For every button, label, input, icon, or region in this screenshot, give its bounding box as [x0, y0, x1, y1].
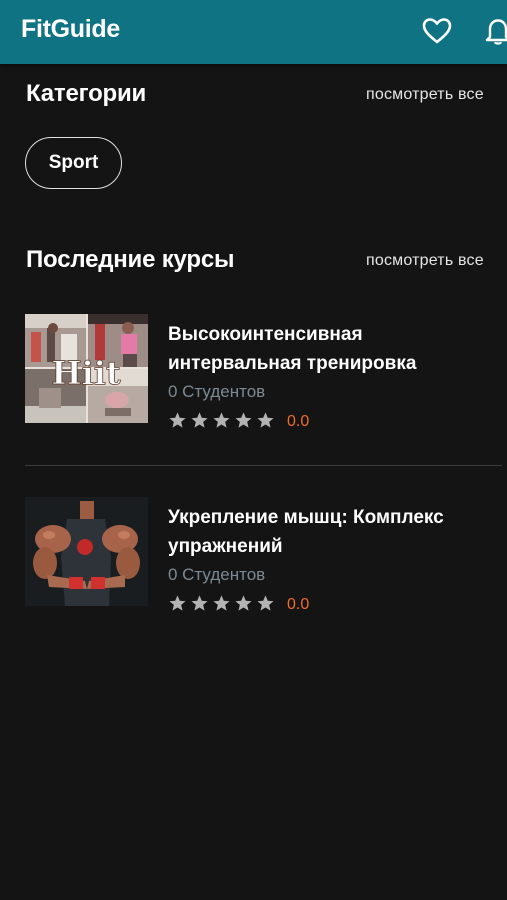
course-thumbnail-hiit: Hiit [25, 314, 148, 423]
star-icon [169, 412, 186, 428]
course-title: Укрепление мышц: Комплекс упражнений [168, 507, 444, 557]
star-icon [235, 595, 252, 611]
star-icon [235, 412, 252, 428]
star-icon [169, 595, 186, 611]
hiit-overlay-text: Hiit [51, 354, 121, 392]
course-thumbnail-muscle [25, 497, 148, 606]
star-icon [191, 595, 208, 611]
star-icon [213, 412, 230, 428]
app-screen: FitGuide Категории посмотреть все Sport … [0, 0, 507, 900]
star-icon [191, 412, 208, 428]
top-app-bar: FitGuide [0, 0, 507, 64]
course-card-muscle[interactable]: Укрепление мышц: Комплекс упражнений 0 С… [25, 497, 502, 617]
notifications-button[interactable] [482, 15, 507, 47]
rating-stars [168, 411, 275, 430]
categories-see-all-link[interactable]: посмотреть все [366, 86, 484, 104]
course-divider [25, 465, 502, 466]
course-card-hiit[interactable]: Hiit Высокоинтенсивная интервальная трен… [25, 314, 502, 434]
course-title: Высокоинтенсивная интервальная тренировк… [168, 324, 417, 374]
hiit-collage-image: Hiit [25, 314, 148, 423]
course-rating-value: 0.0 [287, 596, 310, 613]
favorites-button[interactable] [421, 15, 453, 47]
app-brand: FitGuide [21, 15, 120, 43]
star-icon [257, 595, 274, 611]
course-students-count: 0 Студентов [168, 565, 266, 584]
course-rating-value: 0.0 [287, 413, 310, 430]
star-icon [257, 412, 274, 428]
star-icon [213, 595, 230, 611]
heart-icon [422, 18, 452, 44]
course-students-count: 0 Студентов [168, 382, 266, 401]
bell-icon [485, 19, 507, 45]
latest-courses-see-all-link[interactable]: посмотреть все [366, 252, 484, 270]
rating-stars [168, 594, 275, 613]
latest-courses-title: Последние курсы [26, 246, 235, 273]
categories-title: Категории [26, 80, 147, 107]
muscle-athlete-image [25, 497, 148, 606]
category-chip-sport[interactable]: Sport [25, 137, 122, 189]
